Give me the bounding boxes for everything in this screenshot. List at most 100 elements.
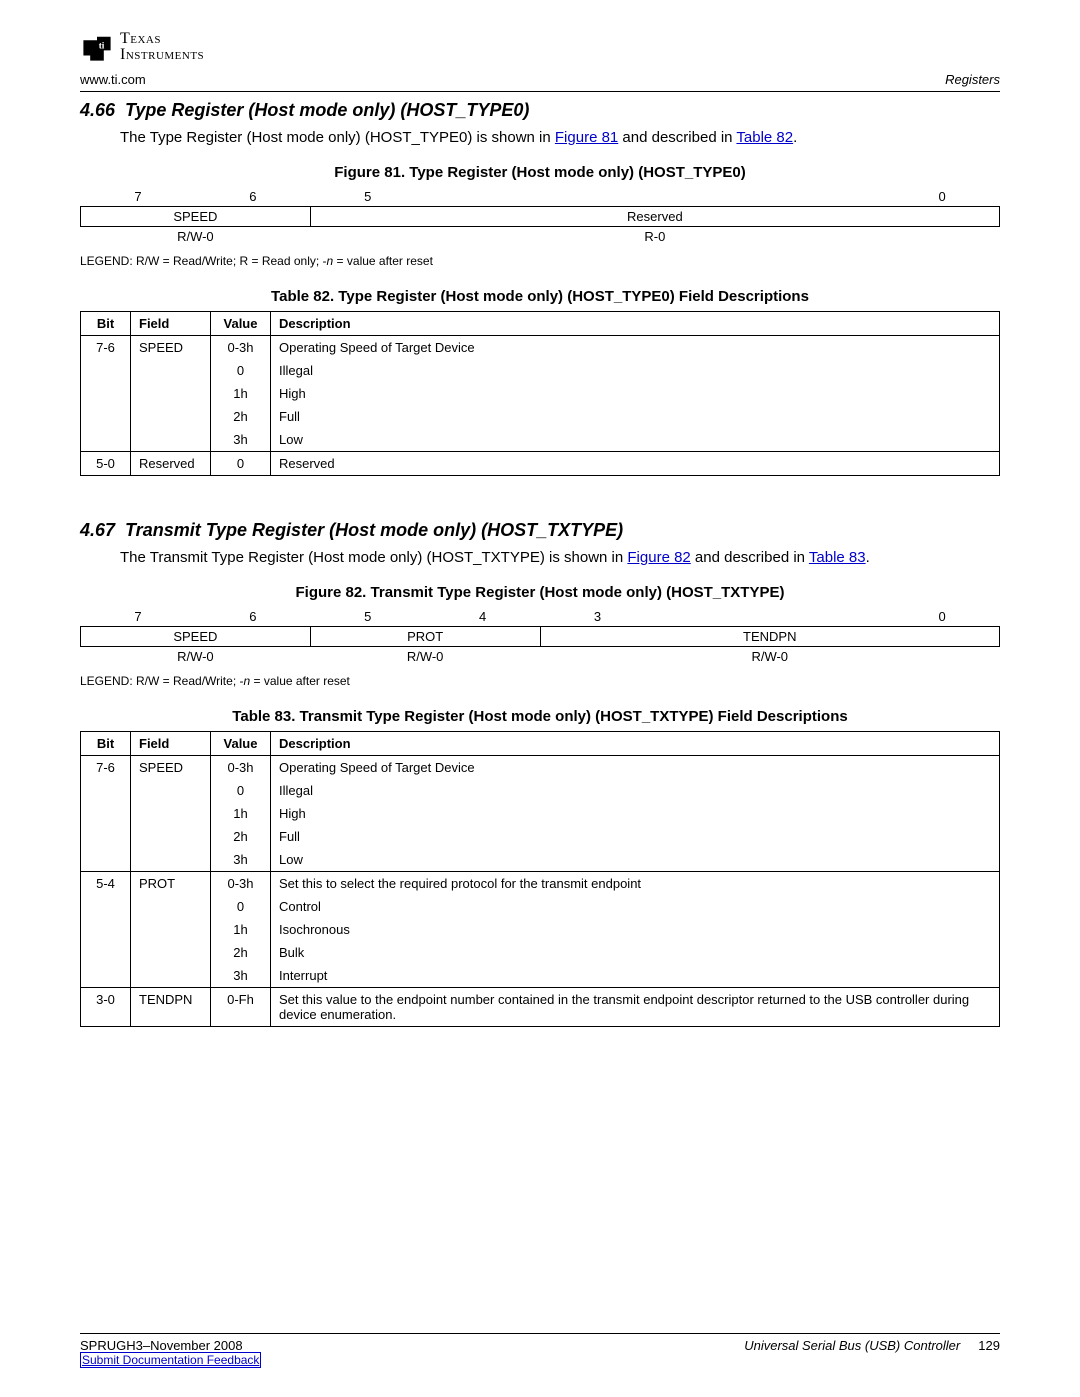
table-cell-field: PROT xyxy=(131,872,211,896)
table-cell-bit xyxy=(81,895,131,918)
register-figure-82: 765430SPEEDPROTTENDPNR/W-0R/W-0R/W-0 xyxy=(80,607,1000,666)
table-cell-field: SPEED xyxy=(131,336,211,360)
table-row: 1hIsochronous xyxy=(81,918,1000,941)
table-header: Bit xyxy=(81,732,131,756)
table-row: 7-6SPEED0-3hOperating Speed of Target De… xyxy=(81,336,1000,360)
table-cell-value: 2h xyxy=(211,941,271,964)
table-cell-value: 0 xyxy=(211,895,271,918)
table-83-link[interactable]: Table 83 xyxy=(809,549,866,566)
figure-82-link[interactable]: Figure 82 xyxy=(627,549,690,566)
table-cell-value: 0-3h xyxy=(211,336,271,360)
ti-chip-icon: ti xyxy=(80,30,114,64)
meta-row: www.ti.com Registers xyxy=(80,68,1000,92)
table-cell-value: 2h xyxy=(211,825,271,848)
figure-81-caption: Figure 81. Type Register (Host mode only… xyxy=(80,164,1000,181)
register-access: R/W-0 xyxy=(81,227,311,247)
table-cell-value: 3h xyxy=(211,964,271,988)
table-cell-bit xyxy=(81,848,131,872)
register-field: Reserved xyxy=(310,207,999,227)
table-cell-field xyxy=(131,825,211,848)
table-row: 0Control xyxy=(81,895,1000,918)
table-cell-value: 3h xyxy=(211,848,271,872)
table-header: Value xyxy=(211,732,271,756)
legend-text: LEGEND: R/W = Read/Write; - xyxy=(80,674,243,688)
table-header: Value xyxy=(211,312,271,336)
table-cell-bit xyxy=(81,964,131,988)
body-text: The Type Register (Host mode only) (HOST… xyxy=(120,129,555,146)
table-cell-desc: Operating Speed of Target Device xyxy=(271,756,1000,780)
table-82: BitFieldValueDescription7-6SPEED0-3hOper… xyxy=(80,311,1000,476)
ti-logo-text: Texas Instruments xyxy=(120,31,204,63)
table-row: 3-0TENDPN0-FhSet this value to the endpo… xyxy=(81,988,1000,1027)
table-cell-desc: Reserved xyxy=(271,452,1000,476)
table-cell-desc: High xyxy=(271,382,1000,405)
bit-number: 3 xyxy=(540,607,655,627)
table-header: Description xyxy=(271,732,1000,756)
section-name: Registers xyxy=(945,72,1000,87)
logo-line1: Texas xyxy=(120,31,204,47)
table-row: 2hFull xyxy=(81,825,1000,848)
section-title: Transmit Type Register (Host mode only) … xyxy=(125,520,623,540)
bit-number: 6 xyxy=(195,187,310,207)
doc-title: Universal Serial Bus (USB) Controller xyxy=(744,1338,960,1353)
table-cell-bit xyxy=(81,359,131,382)
table-cell-desc: Illegal xyxy=(271,359,1000,382)
legend-text: = value after reset xyxy=(250,674,350,688)
table-cell-bit: 5-0 xyxy=(81,452,131,476)
body-text: and described in xyxy=(618,129,736,146)
figure-82-caption: Figure 82. Transmit Type Register (Host … xyxy=(80,584,1000,601)
bit-number: 0 xyxy=(885,607,1000,627)
figure-82-legend: LEGEND: R/W = Read/Write; -n = value aft… xyxy=(80,674,1000,688)
register-field: PROT xyxy=(310,627,540,647)
bit-number: 0 xyxy=(885,187,1000,207)
table-row: 2hFull xyxy=(81,405,1000,428)
table-cell-field xyxy=(131,382,211,405)
table-row: 5-0Reserved0Reserved xyxy=(81,452,1000,476)
table-cell-field xyxy=(131,405,211,428)
table-cell-value: 1h xyxy=(211,382,271,405)
register-field: SPEED xyxy=(81,207,311,227)
page-number: 129 xyxy=(978,1338,1000,1353)
section-467-heading: 4.67 Transmit Type Register (Host mode o… xyxy=(80,520,1000,541)
doc-id: SPRUGH3–November 2008 xyxy=(80,1338,243,1353)
table-header: Field xyxy=(131,732,211,756)
section-number: 4.66 xyxy=(80,100,120,121)
table-cell-field xyxy=(131,359,211,382)
table-cell-desc: Isochronous xyxy=(271,918,1000,941)
table-cell-field: Reserved xyxy=(131,452,211,476)
url-text[interactable]: www.ti.com xyxy=(80,72,146,87)
table-cell-bit xyxy=(81,382,131,405)
register-field: TENDPN xyxy=(540,627,1000,647)
bit-number: 7 xyxy=(81,607,196,627)
table-row: 0Illegal xyxy=(81,359,1000,382)
bit-number xyxy=(770,607,885,627)
table-row: 3hInterrupt xyxy=(81,964,1000,988)
logo-line2: Instruments xyxy=(120,47,204,63)
bit-number xyxy=(540,187,655,207)
table-row: 1hHigh xyxy=(81,802,1000,825)
table-cell-desc: Interrupt xyxy=(271,964,1000,988)
page-footer: SPRUGH3–November 2008 Universal Serial B… xyxy=(80,1333,1000,1367)
register-figure-81: 7650SPEEDReservedR/W-0R-0 xyxy=(80,187,1000,246)
feedback-link[interactable]: Submit Documentation Feedback xyxy=(80,1352,261,1368)
table-83: BitFieldValueDescription7-6SPEED0-3hOper… xyxy=(80,731,1000,1027)
table-cell-desc: Set this value to the endpoint number co… xyxy=(271,988,1000,1027)
section-467-body: The Transmit Type Register (Host mode on… xyxy=(120,547,1000,568)
table-cell-desc: Control xyxy=(271,895,1000,918)
table-82-link[interactable]: Table 82 xyxy=(736,129,793,146)
table-cell-bit xyxy=(81,802,131,825)
figure-81-link[interactable]: Figure 81 xyxy=(555,129,618,146)
bit-number: 5 xyxy=(310,607,425,627)
register-access: R/W-0 xyxy=(81,647,311,667)
table-cell-bit xyxy=(81,428,131,452)
table-cell-field xyxy=(131,918,211,941)
bit-number xyxy=(425,187,540,207)
table-row: 1hHigh xyxy=(81,382,1000,405)
table-cell-field: TENDPN xyxy=(131,988,211,1027)
table-cell-value: 2h xyxy=(211,405,271,428)
table-cell-field xyxy=(131,428,211,452)
body-text: The Transmit Type Register (Host mode on… xyxy=(120,549,627,566)
table-header: Bit xyxy=(81,312,131,336)
body-text: and described in xyxy=(691,549,809,566)
legend-text: LEGEND: R/W = Read/Write; R = Read only;… xyxy=(80,254,327,268)
